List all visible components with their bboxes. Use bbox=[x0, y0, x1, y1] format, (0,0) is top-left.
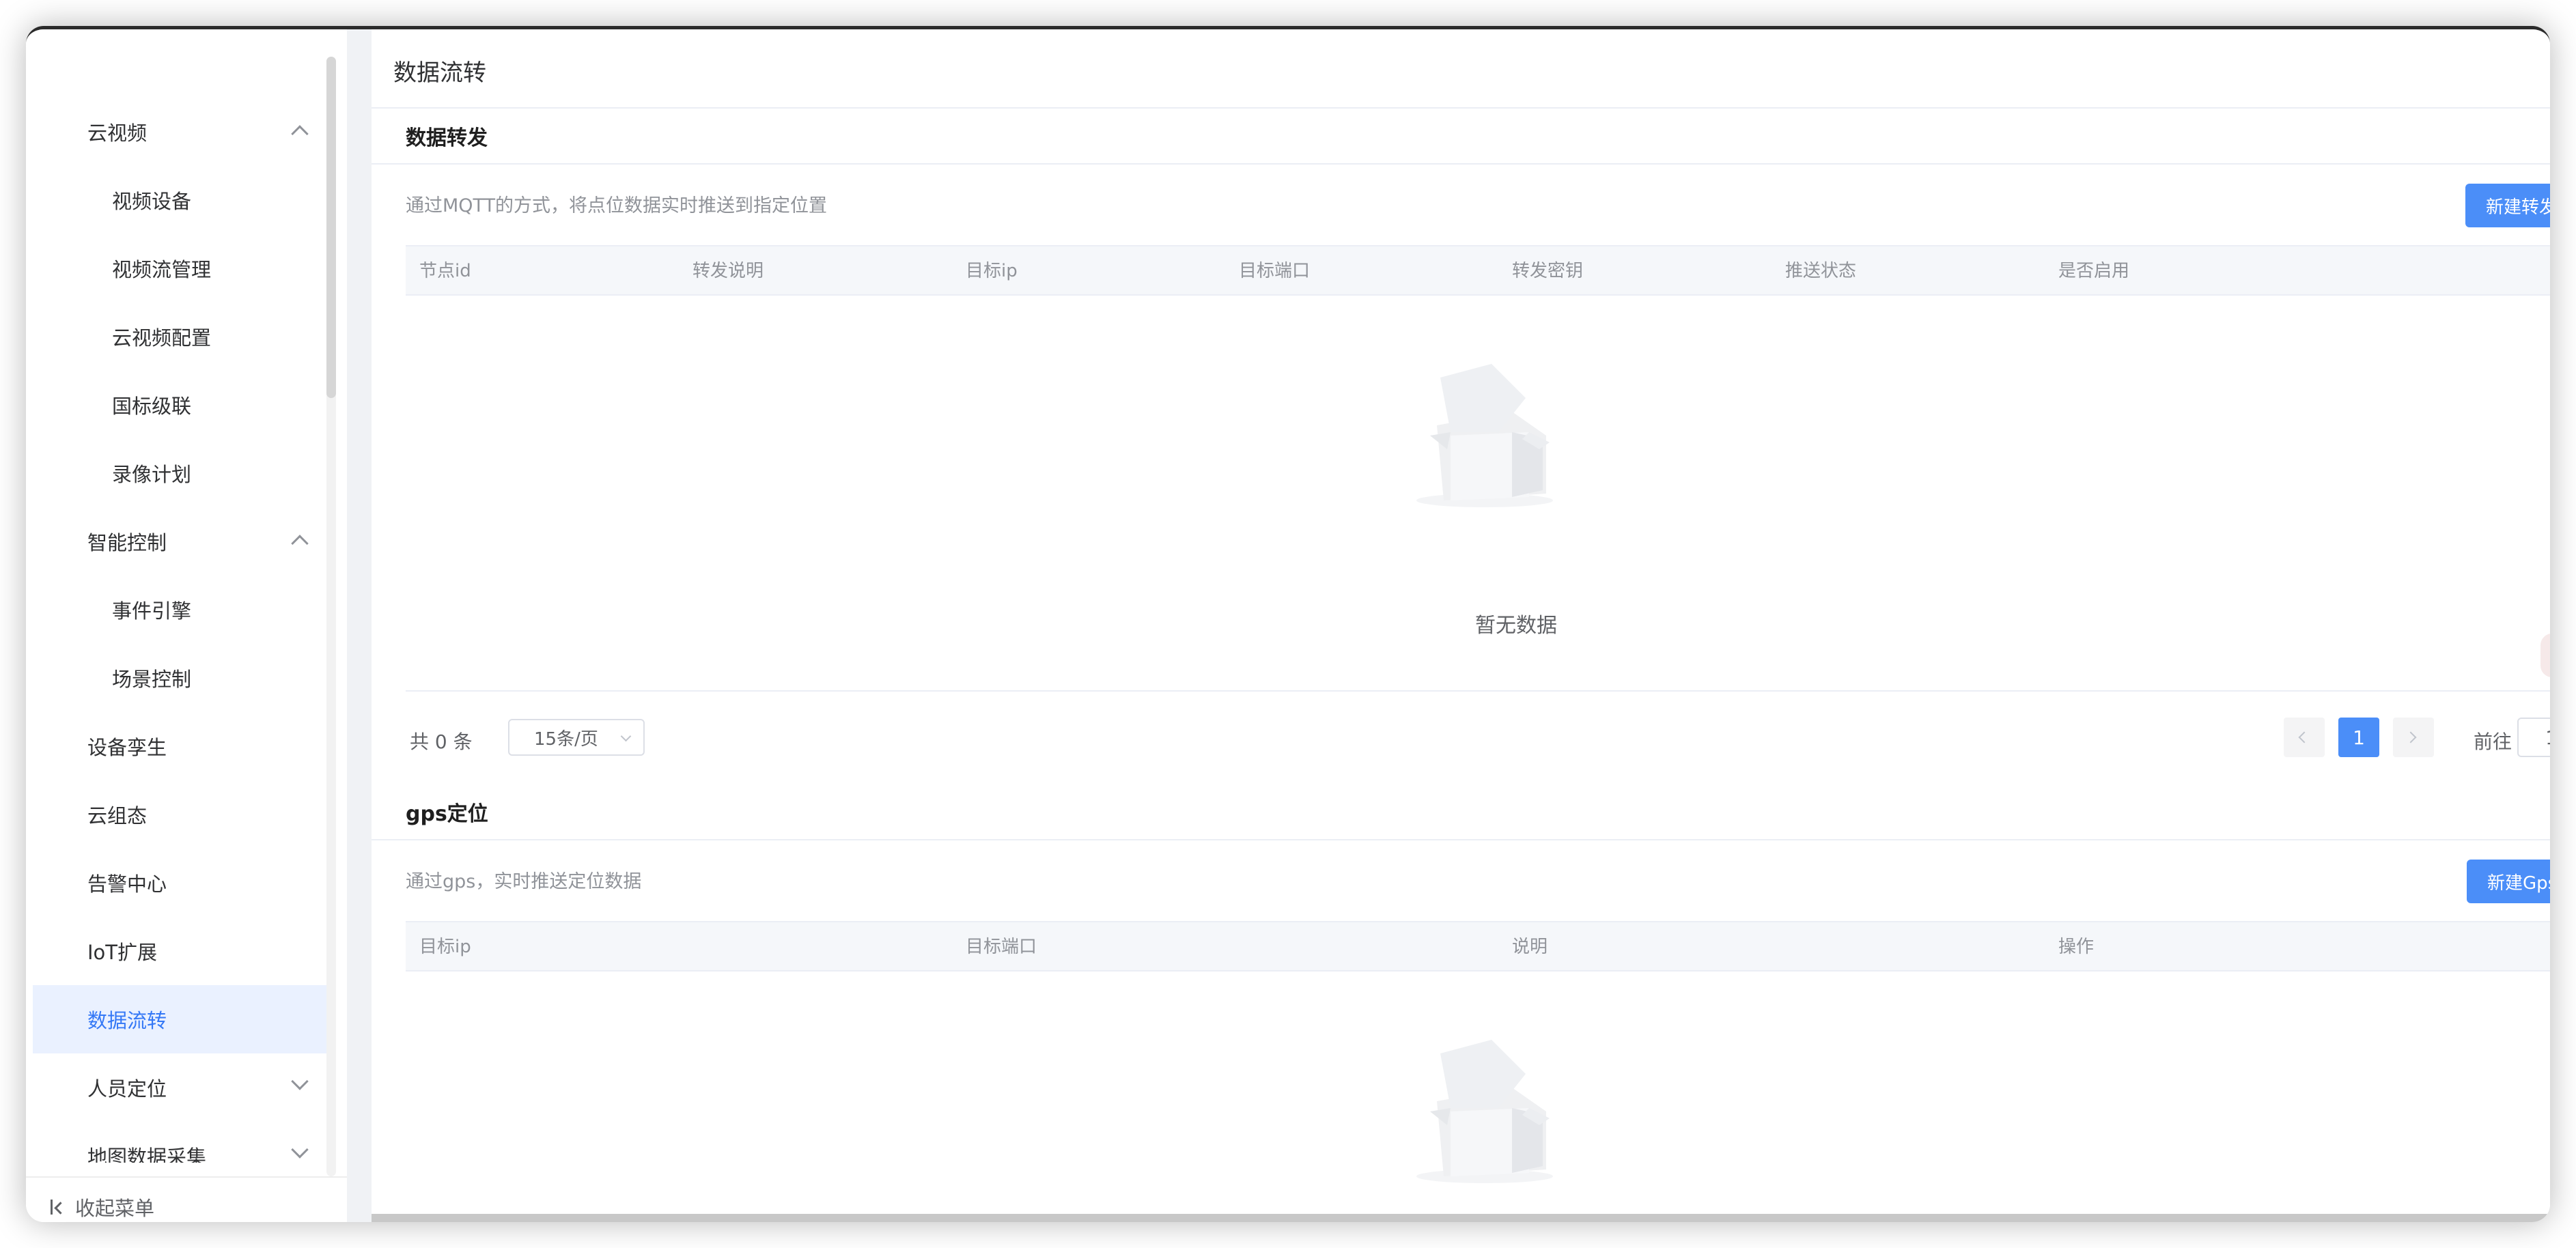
goto-page-input[interactable]: 1 bbox=[2517, 718, 2550, 757]
sidebar-item-record-plan[interactable]: 录像计划 bbox=[33, 439, 333, 507]
sidebar: 云视频 视频设备 视频流管理 云视频配置 国标级联 录像计划 智能控制 事件引擎… bbox=[26, 29, 347, 1222]
sidebar-item-cloud-video-config[interactable]: 云视频配置 bbox=[33, 302, 333, 371]
sidebar-item-label: 数据流转 bbox=[87, 1009, 167, 1032]
sidebar-item-label: IoT扩展 bbox=[87, 941, 158, 964]
page-size-value: 15条/页 bbox=[534, 728, 598, 750]
collapse-menu-button[interactable]: 收起菜单 bbox=[49, 1190, 154, 1222]
chevron-left-icon bbox=[2298, 731, 2310, 743]
new-forward-rule-button[interactable]: 新建转发规则 bbox=[2465, 184, 2550, 227]
section-title-forward: 数据转发 bbox=[406, 126, 488, 150]
divider bbox=[372, 107, 2550, 109]
sidebar-item-video-stream[interactable]: 视频流管理 bbox=[33, 234, 333, 302]
floating-edge-tab[interactable] bbox=[2540, 634, 2550, 677]
sidebar-item-label: 设备孪生 bbox=[87, 736, 167, 759]
column-header: 节点id bbox=[419, 261, 471, 281]
empty-box-icon bbox=[1416, 1040, 1553, 1183]
sidebar-item-cloud-config[interactable]: 云组态 bbox=[33, 780, 333, 849]
empty-text: 暂无数据 bbox=[1475, 614, 1557, 638]
chevron-down-icon bbox=[291, 1141, 309, 1159]
forward-table-header: 节点id 转发说明 目标ip 目标端口 转发密钥 推送状态 是否启用 bbox=[406, 245, 2550, 296]
section-title-gps: gps定位 bbox=[406, 802, 488, 826]
prev-page-button[interactable] bbox=[2284, 718, 2325, 757]
next-page-button[interactable] bbox=[2393, 718, 2434, 757]
divider bbox=[372, 163, 2550, 165]
sidebar-item-cloud-video[interactable]: 云视频 bbox=[33, 98, 333, 166]
column-header: 转发密钥 bbox=[1512, 261, 1584, 281]
sidebar-item-label: 智能控制 bbox=[87, 531, 167, 554]
sidebar-menu: 云视频 视频设备 视频流管理 云视频配置 国标级联 录像计划 智能控制 事件引擎… bbox=[26, 57, 347, 1163]
main-content: 数据流转 数据转发 通过MQTT的方式，将点位数据实时推送到指定位置 新建转发规… bbox=[372, 29, 2550, 1222]
page-number-current[interactable]: 1 bbox=[2338, 718, 2379, 757]
chevron-right-icon bbox=[2405, 731, 2417, 743]
sidebar-item-iot-extension[interactable]: IoT扩展 bbox=[33, 917, 333, 985]
column-header: 目标ip bbox=[419, 937, 471, 957]
column-header: 目标端口 bbox=[1239, 261, 1311, 281]
divider bbox=[372, 839, 2550, 840]
new-gps-forward-button[interactable]: 新建Gps转发 bbox=[2467, 860, 2550, 903]
chevron-up-icon bbox=[291, 125, 309, 143]
sidebar-item-video-devices[interactable]: 视频设备 bbox=[33, 166, 333, 234]
sidebar-item-label: 视频流管理 bbox=[112, 258, 212, 281]
goto-label: 前往 bbox=[2474, 731, 2512, 753]
sidebar-item-label: 云视频配置 bbox=[112, 326, 212, 350]
sidebar-item-label: 录像计划 bbox=[112, 463, 192, 486]
sidebar-item-event-engine[interactable]: 事件引擎 bbox=[33, 576, 333, 644]
column-header: 是否启用 bbox=[2058, 261, 2130, 281]
column-header: 目标端口 bbox=[966, 937, 1037, 957]
sidebar-item-label: 告警中心 bbox=[87, 873, 167, 896]
sidebar-item-alarm-center[interactable]: 告警中心 bbox=[33, 849, 333, 917]
chevron-down-icon bbox=[620, 731, 632, 742]
page-size-select[interactable]: 15条/页 bbox=[508, 719, 645, 756]
empty-box-icon bbox=[1416, 364, 1553, 507]
column-header: 转发说明 bbox=[692, 261, 764, 281]
sidebar-divider bbox=[26, 1176, 347, 1178]
chevron-up-icon bbox=[291, 535, 309, 552]
sidebar-item-label: 事件引擎 bbox=[112, 599, 192, 623]
horizontal-scrollbar[interactable] bbox=[372, 1214, 2550, 1222]
sidebar-item-label: 场景控制 bbox=[112, 668, 192, 691]
column-header: 推送状态 bbox=[1785, 261, 1857, 281]
column-header: 说明 bbox=[1512, 937, 1548, 957]
collapse-menu-label: 收起菜单 bbox=[75, 1197, 155, 1220]
sidebar-item-label: 云视频 bbox=[87, 122, 148, 145]
collapse-icon bbox=[49, 1197, 68, 1217]
pagination-total: 共 0 条 bbox=[410, 731, 473, 753]
sidebar-item-gb-cascade[interactable]: 国标级联 bbox=[33, 371, 333, 439]
sidebar-item-label: 人员定位 bbox=[87, 1077, 167, 1101]
sidebar-item-personnel-location[interactable]: 人员定位 bbox=[33, 1053, 333, 1122]
column-header: 操作 bbox=[2058, 937, 2095, 957]
page-title: 数据流转 bbox=[393, 59, 486, 87]
layout-gutter bbox=[347, 29, 372, 1222]
forward-description: 通过MQTT的方式，将点位数据实时推送到指定位置 bbox=[406, 195, 828, 216]
sidebar-item-label: 视频设备 bbox=[112, 190, 192, 213]
app-window: 云视频 视频设备 视频流管理 云视频配置 国标级联 录像计划 智能控制 事件引擎… bbox=[26, 26, 2550, 1222]
chevron-down-icon bbox=[291, 1073, 309, 1090]
sidebar-item-device-twin[interactable]: 设备孪生 bbox=[33, 712, 333, 780]
sidebar-item-map-data[interactable]: 地图数据采集 bbox=[33, 1122, 333, 1163]
table-bottom-border bbox=[406, 690, 2550, 692]
gps-table-header: 目标ip 目标端口 说明 操作 bbox=[406, 921, 2550, 972]
column-header: 目标ip bbox=[966, 261, 1018, 281]
sidebar-item-smart-control[interactable]: 智能控制 bbox=[33, 507, 333, 576]
sidebar-item-label: 云组态 bbox=[87, 804, 148, 827]
sidebar-item-data-flow[interactable]: 数据流转 bbox=[33, 985, 333, 1053]
sidebar-item-scene-control[interactable]: 场景控制 bbox=[33, 644, 333, 712]
gps-description: 通过gps，实时推送定位数据 bbox=[406, 871, 642, 892]
sidebar-item-label: 国标级联 bbox=[112, 395, 192, 418]
sidebar-item-label: 地图数据采集 bbox=[87, 1146, 207, 1163]
sidebar-scrollbar-thumb[interactable] bbox=[326, 57, 336, 398]
